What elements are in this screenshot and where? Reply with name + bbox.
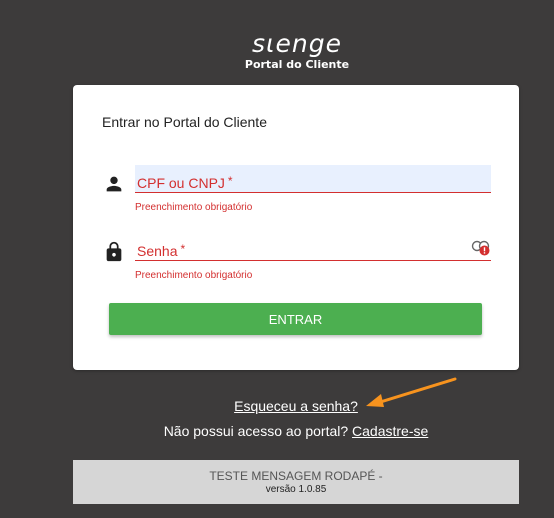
cpf-label: CPF ou CNPJ *	[137, 174, 233, 191]
cpf-error: Preenchimento obrigatório	[135, 202, 253, 213]
enter-button[interactable]: ENTRAR	[109, 303, 482, 335]
login-title: Entrar no Portal do Cliente	[102, 114, 267, 130]
forgot-password-link[interactable]: Esqueceu a senha?	[0, 398, 554, 414]
logo-brand: sιenge	[252, 29, 342, 58]
signup-line: Não possui acesso ao portal? Cadastre-se	[0, 423, 554, 439]
password-required-mark: *	[180, 242, 186, 256]
footer: TESTE MENSAGEM RODAPÉ - versão 1.0.85	[73, 460, 519, 504]
login-card: Entrar no Portal do Cliente CPF ou CNPJ *…	[73, 85, 519, 370]
password-input[interactable]: Senha *	[135, 233, 491, 261]
password-label: Senha *	[137, 242, 186, 259]
cpf-required-mark: *	[227, 174, 233, 188]
signup-link[interactable]: Cadastre-se	[352, 423, 428, 439]
logo-subtitle: Portal do Cliente	[244, 58, 350, 71]
password-error: Preenchimento obrigatório	[135, 270, 253, 281]
no-access-text: Não possui acesso ao portal?	[163, 423, 349, 439]
footer-message: TESTE MENSAGEM RODAPÉ -	[209, 469, 383, 483]
lock-icon	[106, 241, 122, 262]
person-icon	[106, 176, 122, 192]
footer-version: versão 1.0.85	[265, 484, 327, 495]
password-visibility-icon[interactable]	[471, 237, 491, 257]
logo: sιenge Portal do Cliente	[0, 30, 554, 72]
cpf-input[interactable]: CPF ou CNPJ *	[135, 165, 491, 193]
